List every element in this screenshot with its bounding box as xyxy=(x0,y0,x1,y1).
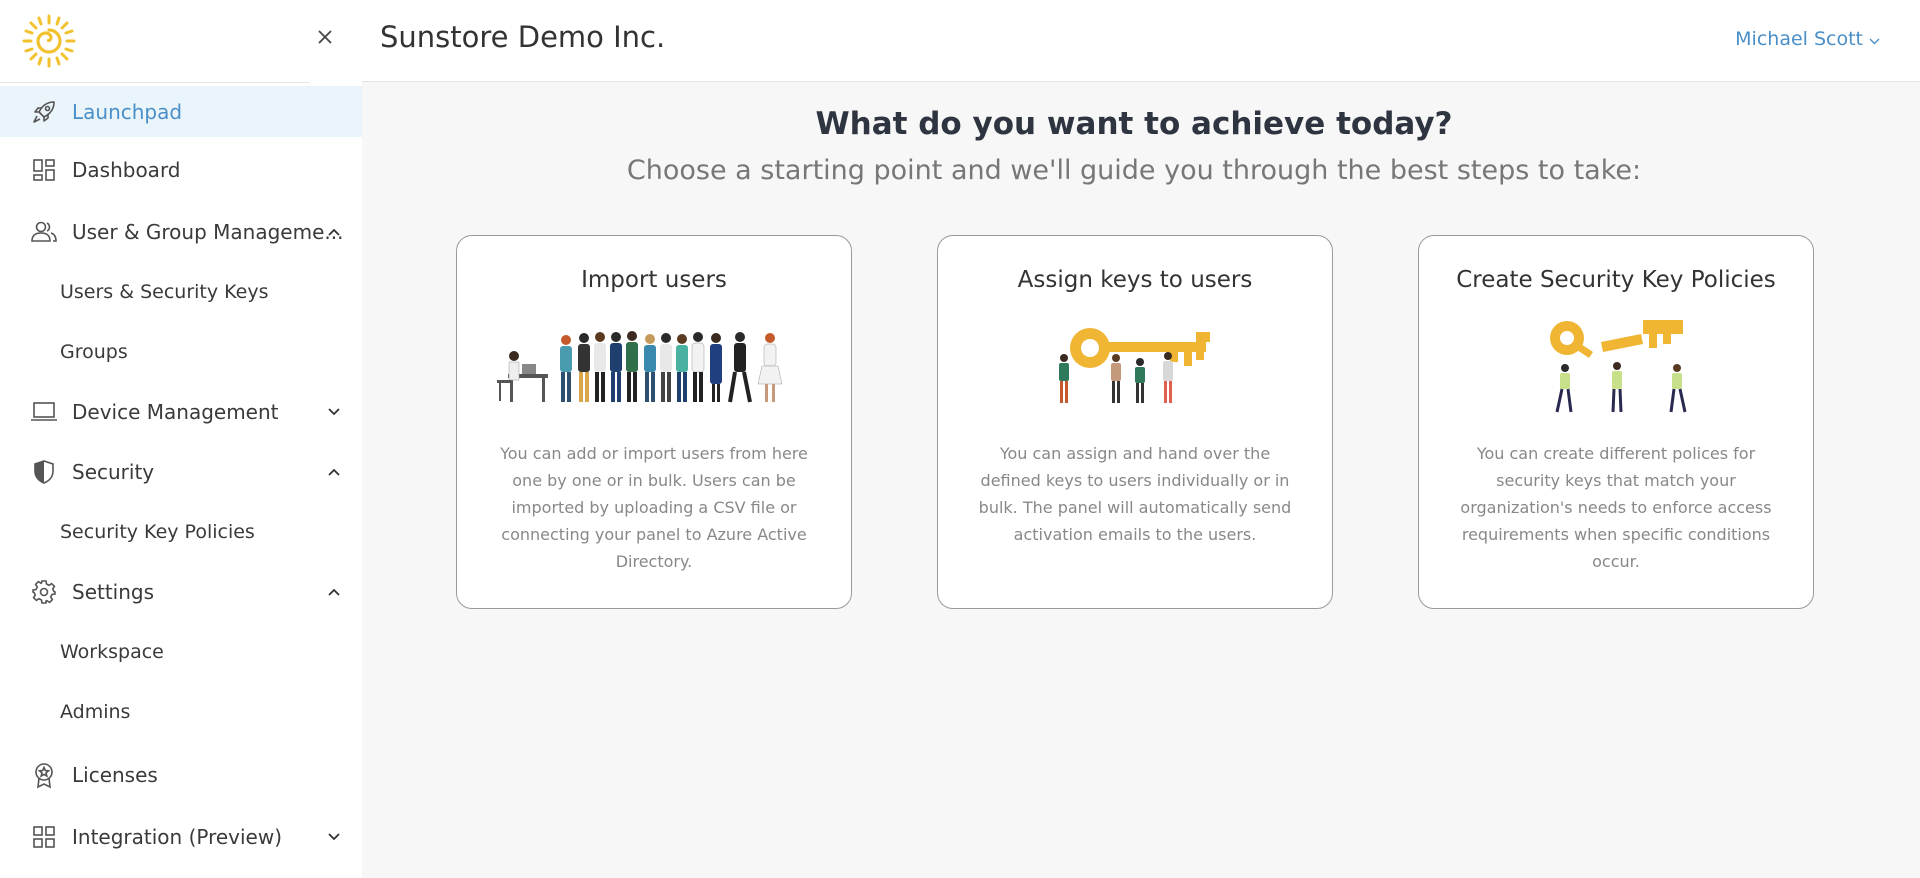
close-icon xyxy=(317,29,333,49)
laptop-icon xyxy=(30,398,58,426)
organization-name: Sunstore Demo Inc. xyxy=(380,20,666,54)
sidebar-item-label: Launchpad xyxy=(72,99,183,124)
sidebar-subitem-label: Security Key Policies xyxy=(60,521,255,543)
card-description: You can add or import users from here on… xyxy=(500,444,808,571)
sidebar-subitem-label: Users & Security Keys xyxy=(60,281,269,303)
sidebar-item-label: Device Management xyxy=(72,400,279,424)
chevron-up-icon[interactable] xyxy=(324,582,344,602)
sidebar-item-label: Settings xyxy=(72,580,155,604)
card-title: Assign keys to users xyxy=(1017,267,1253,293)
sidebar-nav: Launchpad Dashboard User & Group Managem… xyxy=(0,86,362,867)
create-policies-card[interactable]: Create Security Key Policies You can cre… xyxy=(1418,235,1814,609)
key-carry-illustration xyxy=(938,316,1332,416)
import-users-card[interactable]: Import users You can add or import users… xyxy=(456,235,852,609)
sidebar-subitem-users-security-keys[interactable]: Users & Security Keys xyxy=(0,262,362,322)
launchpad-main: What do you want to achieve today? Choos… xyxy=(362,83,1920,878)
sidebar-subitem-workspace[interactable]: Workspace xyxy=(0,622,362,682)
user-menu-button[interactable]: Michael Scott xyxy=(1735,28,1880,50)
card-description: You can assign and hand over the defined… xyxy=(978,444,1292,544)
chevron-up-icon[interactable] xyxy=(324,462,344,482)
sidebar: Launchpad Dashboard User & Group Managem… xyxy=(0,0,362,878)
chevron-down-icon[interactable] xyxy=(324,402,344,422)
sidebar-item-label: User & Group Manageme... xyxy=(72,220,344,244)
sidebar-subitem-label: Admins xyxy=(60,701,131,723)
top-header: Sunstore Demo Inc. Michael Scott xyxy=(362,0,1920,82)
chevron-down-icon[interactable] xyxy=(324,827,344,847)
sidebar-item-label: Licenses xyxy=(72,762,158,787)
shield-icon xyxy=(30,458,58,486)
sidebar-item-integration[interactable]: Integration (Preview) xyxy=(0,807,362,867)
sidebar-subitem-security-key-policies[interactable]: Security Key Policies xyxy=(0,502,362,562)
page-subtitle: Choose a starting point and we'll guide … xyxy=(626,155,1642,186)
sidebar-item-user-group-management[interactable]: User & Group Manageme... xyxy=(0,202,362,262)
gear-icon xyxy=(30,578,58,606)
sidebar-subitem-admins[interactable]: Admins xyxy=(0,682,362,742)
page-title: What do you want to achieve today? xyxy=(815,106,1453,142)
assign-keys-card[interactable]: Assign keys to users You can assign and … xyxy=(937,235,1333,609)
sun-logo-icon[interactable] xyxy=(22,14,76,68)
sidebar-item-dashboard[interactable]: Dashboard xyxy=(0,137,362,202)
divider xyxy=(0,82,310,83)
chevron-down-icon xyxy=(1869,28,1880,50)
users-icon xyxy=(30,218,58,246)
sidebar-subitem-label: Groups xyxy=(60,341,128,363)
sidebar-subitem-groups[interactable]: Groups xyxy=(0,322,362,382)
card-description: You can create different polices for sec… xyxy=(1460,444,1772,571)
sidebar-item-security[interactable]: Security xyxy=(0,442,362,502)
sidebar-item-label: Integration (Preview) xyxy=(72,825,283,849)
sidebar-item-device-management[interactable]: Device Management xyxy=(0,382,362,442)
card-title: Import users xyxy=(581,267,727,293)
grid-icon xyxy=(30,823,58,851)
close-sidebar-button[interactable] xyxy=(310,24,340,54)
people-queue-illustration xyxy=(457,316,851,416)
rocket-icon xyxy=(30,98,58,126)
sidebar-item-licenses[interactable]: Licenses xyxy=(0,742,362,807)
user-name: Michael Scott xyxy=(1735,28,1863,50)
chevron-up-icon[interactable] xyxy=(324,222,344,242)
sidebar-subitem-label: Workspace xyxy=(60,641,164,663)
sidebar-item-label: Dashboard xyxy=(72,157,181,182)
key-puzzle-illustration xyxy=(1419,316,1813,416)
badge-icon xyxy=(30,761,58,789)
dashboard-icon xyxy=(30,156,58,184)
sidebar-item-label: Security xyxy=(72,460,155,484)
card-title: Create Security Key Policies xyxy=(1456,267,1776,293)
sidebar-item-launchpad[interactable]: Launchpad xyxy=(0,86,362,137)
sidebar-item-settings[interactable]: Settings xyxy=(0,562,362,622)
